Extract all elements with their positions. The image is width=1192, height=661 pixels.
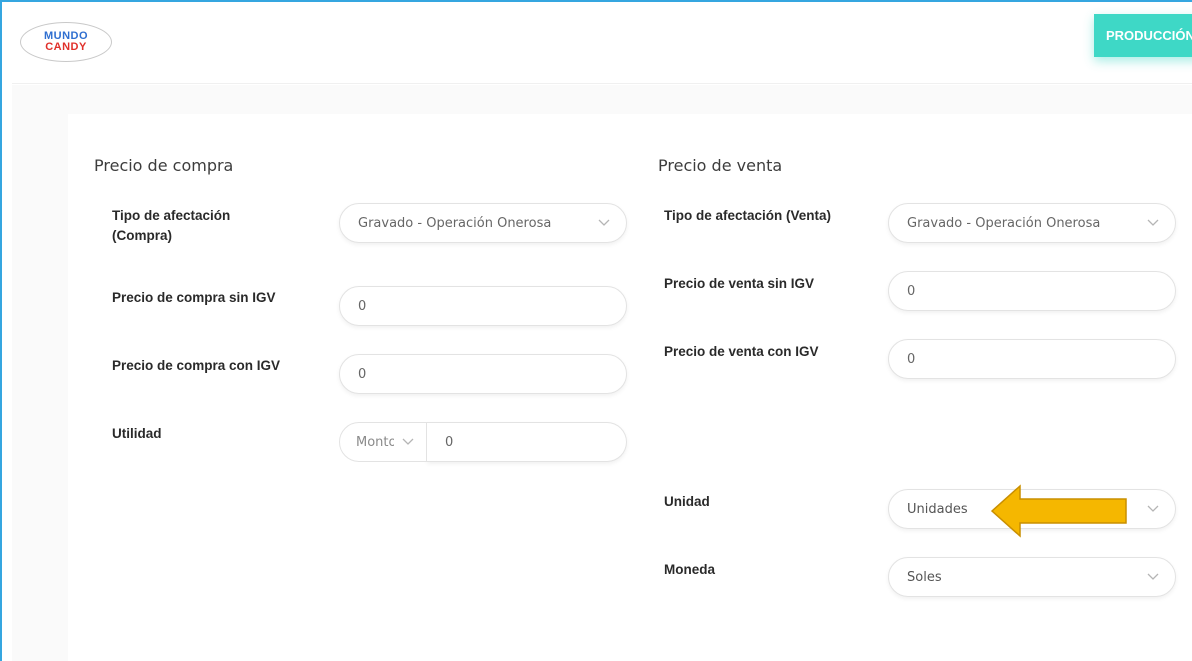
purchase-price-with-igv-value: 0 [358, 366, 367, 382]
sale-section-title: Precio de venta [658, 156, 783, 175]
utility-field: Monto 0 [339, 422, 627, 462]
sale-price-with-igv-value: 0 [907, 351, 916, 367]
utility-amount-value: 0 [445, 434, 454, 450]
utility-type-select[interactable]: Monto [339, 422, 427, 462]
app-frame: MUNDO CANDY PRODUCCIÓN Precio de compra … [0, 0, 1192, 661]
sale-tax-type-label: Tipo de afectación (Venta) [664, 208, 832, 223]
left-arrow-icon [990, 484, 1127, 538]
utility-type-value: Monto [356, 434, 394, 450]
chevron-down-icon [1143, 567, 1163, 587]
utility-amount-input[interactable]: 0 [427, 422, 627, 462]
currency-select[interactable]: Soles [888, 557, 1176, 597]
sale-price-without-igv-value: 0 [907, 283, 916, 299]
purchase-price-without-igv-value: 0 [358, 298, 367, 314]
brand-logo[interactable]: MUNDO CANDY [20, 22, 112, 62]
chevron-down-icon [398, 432, 418, 452]
top-bar: MUNDO CANDY [12, 2, 1192, 84]
logo-line-2: CANDY [45, 41, 87, 53]
sale-price-with-igv-input[interactable]: 0 [888, 339, 1176, 379]
purchase-price-without-igv-input[interactable]: 0 [339, 286, 627, 326]
chevron-down-icon [594, 213, 614, 233]
purchase-section-title: Precio de compra [94, 156, 234, 175]
sale-price-without-igv-input[interactable]: 0 [888, 271, 1176, 311]
sale-price-without-igv-label: Precio de venta sin IGV [664, 276, 815, 291]
purchase-price-with-igv-label: Precio de compra con IGV [112, 358, 281, 373]
currency-label: Moneda [664, 562, 716, 577]
purchase-tax-type-value: Gravado - Operación Onerosa [358, 215, 552, 231]
currency-value: Soles [907, 569, 942, 585]
production-button[interactable]: PRODUCCIÓN [1094, 14, 1192, 57]
pricing-card: Precio de compra Tipo de afectación (Com… [68, 114, 1192, 661]
sale-tax-type-value: Gravado - Operación Onerosa [907, 215, 1101, 231]
chevron-down-icon [1143, 499, 1163, 519]
unit-label: Unidad [664, 494, 710, 509]
purchase-tax-type-label: Tipo de afectación (Compra) [112, 208, 231, 243]
sale-tax-type-select[interactable]: Gravado - Operación Onerosa [888, 203, 1176, 243]
purchase-tax-type-select[interactable]: Gravado - Operación Onerosa [339, 203, 627, 243]
purchase-price-without-igv-label: Precio de compra sin IGV [112, 290, 276, 305]
utility-label: Utilidad [112, 426, 162, 441]
purchase-price-with-igv-input[interactable]: 0 [339, 354, 627, 394]
sale-price-with-igv-label: Precio de venta con IGV [664, 344, 819, 359]
chevron-down-icon [1143, 213, 1163, 233]
